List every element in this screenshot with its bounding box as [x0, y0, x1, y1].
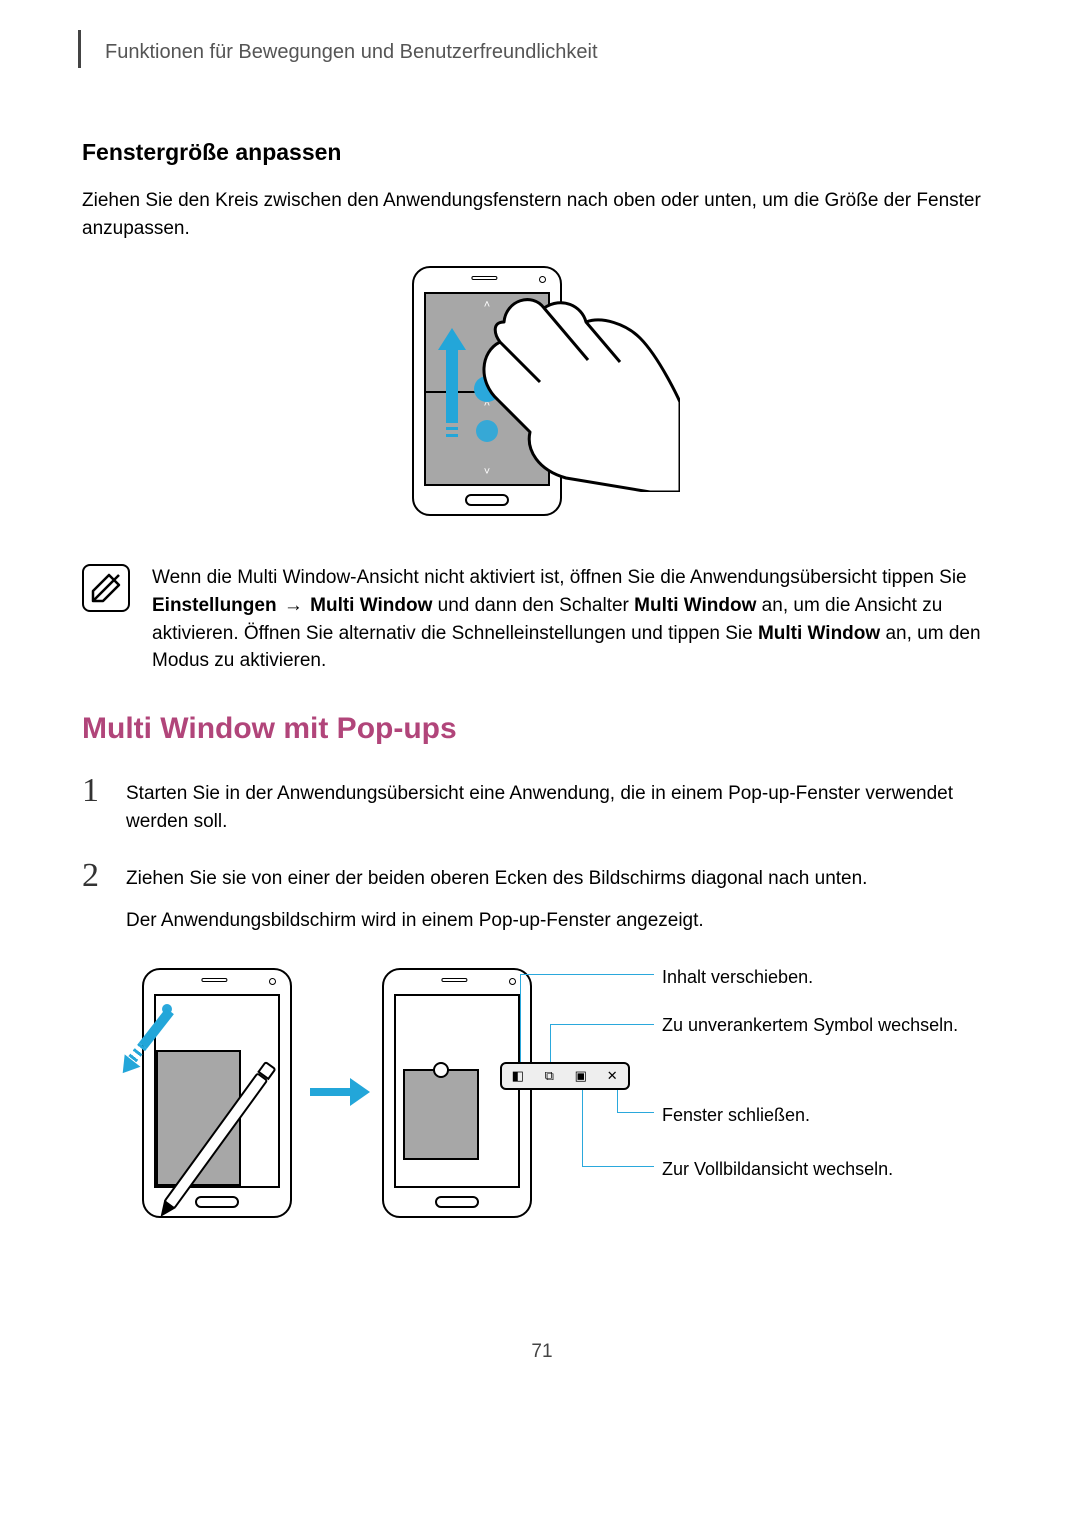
step-text: Ziehen Sie sie von einer der beiden ober…	[126, 865, 1002, 893]
note-icon	[82, 564, 130, 612]
toolbar-close-icon: ✕	[603, 1067, 621, 1085]
note-block: Wenn die Multi Window-Ansicht nicht akti…	[82, 564, 1002, 674]
arrow-up-icon	[446, 328, 466, 440]
callout-fullscreen: Zur Vollbildansicht wechseln.	[662, 1156, 962, 1182]
para-resize: Ziehen Sie den Kreis zwischen den Anwend…	[82, 187, 1002, 242]
phone-illustration-after	[382, 968, 532, 1218]
figure-popup-window: ◧ ⧉ ▣ ✕ Inhalt verschieben. Zu unveranke…	[82, 968, 1002, 1228]
callout-float: Zu unverankertem Symbol wechseln.	[662, 1012, 962, 1038]
page-number: 71	[82, 1338, 1002, 1366]
popup-toolbar: ◧ ⧉ ▣ ✕	[500, 1062, 630, 1090]
step-item: 2 Ziehen Sie sie von einer der beiden ob…	[82, 859, 1002, 944]
arrow-right-icon	[310, 1078, 370, 1106]
note-text: Wenn die Multi Window-Ansicht nicht akti…	[152, 564, 1002, 674]
phone-illustration-before	[142, 968, 292, 1218]
step-number: 2	[82, 859, 108, 944]
step-text-2: Der Anwendungsbildschirm wird in einem P…	[126, 907, 1002, 935]
step-text: Starten Sie in der Anwendungsübersicht e…	[126, 774, 1002, 835]
toolbar-move-icon: ◧	[509, 1067, 527, 1085]
callout-move: Inhalt verschieben.	[662, 964, 962, 990]
step-number: 1	[82, 774, 108, 835]
popup-window-icon	[403, 1069, 479, 1160]
step-item: 1 Starten Sie in der Anwendungsübersicht…	[82, 774, 1002, 835]
figure-resize-window: ˄˅ ˄˅	[82, 266, 1002, 534]
toolbar-fullscreen-icon: ▣	[572, 1067, 590, 1085]
breadcrumb: Funktionen für Bewegungen und Benutzerfr…	[105, 38, 598, 67]
toolbar-float-icon: ⧉	[540, 1067, 558, 1085]
hand-gesture-icon	[470, 282, 680, 492]
heading-resize: Fenstergröße anpassen	[82, 136, 1002, 169]
callout-close: Fenster schließen.	[662, 1102, 962, 1128]
header-rule	[78, 30, 81, 68]
heading-multiwindow-popups: Multi Window mit Pop-ups	[82, 707, 1002, 751]
